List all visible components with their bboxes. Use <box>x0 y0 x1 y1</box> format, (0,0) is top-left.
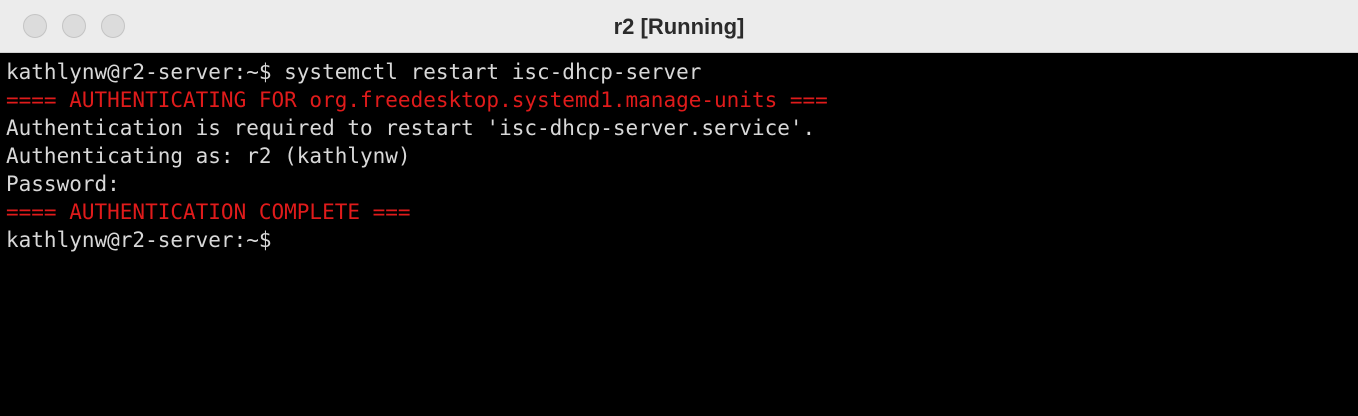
terminal-line-auth-complete: ==== AUTHENTICATION COMPLETE === <box>6 200 411 224</box>
terminal-line-prompt[interactable]: kathlynw@r2-server:~$ <box>6 226 1358 254</box>
vm-window: r2 [Running] kathlynw@r2-server:~$ syste… <box>0 0 1358 416</box>
terminal-line-auth-required: Authentication is required to restart 'i… <box>6 116 816 140</box>
terminal-line-command: kathlynw@r2-server:~$ systemctl restart … <box>6 60 702 84</box>
window-titlebar[interactable]: r2 [Running] <box>0 0 1358 53</box>
terminal-line-auth-as: Authenticating as: r2 (kathlynw) <box>6 144 411 168</box>
window-title: r2 [Running] <box>613 14 745 39</box>
terminal-line-password: Password: <box>6 172 120 196</box>
terminal-line-auth-start: ==== AUTHENTICATING FOR org.freedesktop.… <box>6 88 828 112</box>
terminal-console[interactable]: kathlynw@r2-server:~$ systemctl restart … <box>0 54 1358 416</box>
